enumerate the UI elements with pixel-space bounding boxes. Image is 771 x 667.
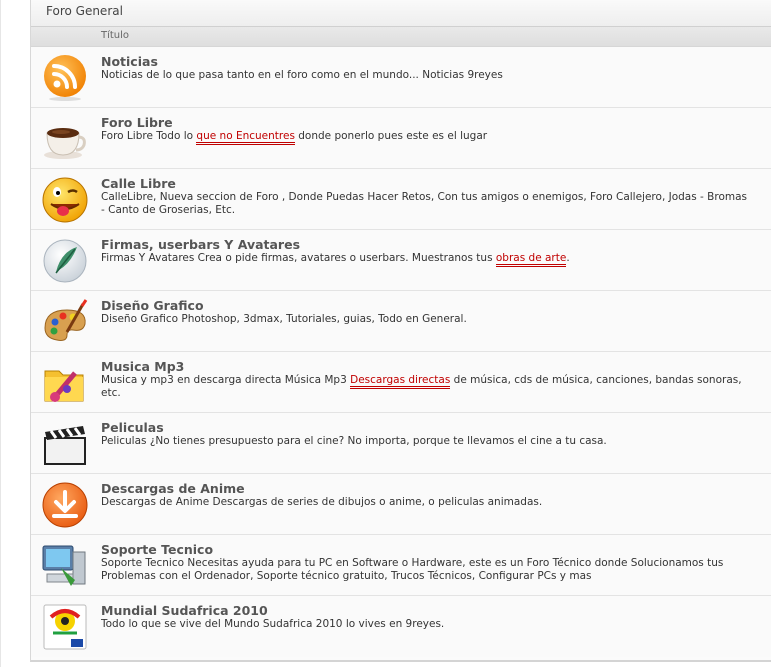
forum-title-link[interactable]: Peliculas	[101, 420, 751, 435]
forum-row-body: Firmas, userbars Y Avatares Firmas Y Avat…	[101, 237, 751, 267]
rss-icon	[41, 54, 89, 102]
forum-description: Musica y mp3 en descarga directa Música …	[101, 374, 751, 400]
page-left-divider	[0, 0, 1, 667]
smiley-tongue-icon	[41, 176, 89, 224]
forum-list: Noticias Noticias de lo que pasa tanto en…	[31, 47, 771, 657]
forum-row: Soporte Tecnico Soporte Tecnico Necesitas…	[31, 535, 771, 596]
forum-description: CalleLibre, Nueva seccion de Foro , Dond…	[101, 191, 751, 217]
forum-category-panel: Foro General Título Noticias Noticias de …	[30, 0, 771, 662]
forum-title-link[interactable]: Foro Libre	[101, 115, 751, 130]
forum-row: Firmas, userbars Y Avatares Firmas Y Avat…	[31, 230, 771, 291]
forum-title-link[interactable]: Soporte Tecnico	[101, 542, 751, 557]
forum-description: Todo lo que se vive del Mundo Sudafrica …	[101, 618, 751, 631]
forum-row: Mundial Sudafrica 2010 Todo lo que se viv…	[31, 596, 771, 657]
forum-description-text-end: .	[566, 252, 570, 264]
forum-description-text: Noticias de lo que pasa tanto en el foro…	[101, 69, 503, 81]
forum-row-body: Calle Libre CalleLibre, Nueva seccion de …	[101, 176, 751, 217]
download-arrow-icon	[41, 481, 89, 529]
world-cup-logo-icon	[41, 603, 89, 651]
column-title-label: Título	[101, 30, 130, 41]
forum-row-body: Diseño Grafico Diseño Grafico Photoshop, …	[101, 298, 751, 326]
clapperboard-icon	[41, 420, 89, 468]
forum-title-link[interactable]: Mundial Sudafrica 2010	[101, 603, 751, 618]
forum-row: Calle Libre CalleLibre, Nueva seccion de …	[31, 169, 771, 230]
paint-palette-icon	[41, 298, 89, 346]
forum-description: Foro Libre Todo lo que no Encuentres don…	[101, 130, 751, 145]
computer-support-icon	[41, 542, 89, 590]
forum-description: Noticias de lo que pasa tanto en el foro…	[101, 69, 751, 82]
forum-row: Foro Libre Foro Libre Todo lo que no Encu…	[31, 108, 771, 169]
forum-row-body: Foro Libre Foro Libre Todo lo que no Encu…	[101, 115, 751, 145]
forum-description-text: Foro Libre Todo lo	[101, 130, 197, 142]
forum-row-body: Mundial Sudafrica 2010 Todo lo que se viv…	[101, 603, 751, 631]
column-header: Título	[31, 27, 771, 47]
category-title[interactable]: Foro General	[46, 4, 123, 18]
forum-title-link[interactable]: Diseño Grafico	[101, 298, 751, 313]
forum-row-body: Descargas de Anime Descargas de Anime Des…	[101, 481, 751, 509]
forum-description-text: Diseño Grafico Photoshop, 3dmax, Tutoria…	[101, 313, 467, 325]
forum-title-link[interactable]: Calle Libre	[101, 176, 751, 191]
inline-ad-link[interactable]: que no Encuentres	[196, 130, 295, 145]
forum-row-body: Soporte Tecnico Soporte Tecnico Necesitas…	[101, 542, 751, 583]
forum-row: Noticias Noticias de lo que pasa tanto en…	[31, 47, 771, 108]
forum-description-text: CalleLibre, Nueva seccion de Foro , Dond…	[101, 191, 748, 216]
forum-description-text: Firmas Y Avatares Crea o pide firmas, av…	[101, 252, 496, 264]
quill-pen-icon	[41, 237, 89, 285]
forum-title-link[interactable]: Noticias	[101, 54, 751, 69]
forum-row: Musica Mp3 Musica y mp3 en descarga direc…	[31, 352, 771, 413]
forum-title-link[interactable]: Musica Mp3	[101, 359, 751, 374]
forum-description: Firmas Y Avatares Crea o pide firmas, av…	[101, 252, 751, 267]
forum-description: Soporte Tecnico Necesitas ayuda para tu …	[101, 557, 751, 583]
forum-description-text: Peliculas ¿No tienes presupuesto para el…	[101, 435, 607, 447]
forum-description: Descargas de Anime Descargas de series d…	[101, 496, 751, 509]
forum-row: Diseño Grafico Diseño Grafico Photoshop, …	[31, 291, 771, 352]
forum-row: Descargas de Anime Descargas de Anime Des…	[31, 474, 771, 535]
music-folder-icon	[41, 359, 89, 407]
forum-description-text: Descargas de Anime Descargas de series d…	[101, 496, 543, 508]
coffee-cup-icon	[41, 115, 89, 163]
forum-row-body: Musica Mp3 Musica y mp3 en descarga direc…	[101, 359, 751, 400]
forum-description-text-end: donde ponerlo pues este es el lugar	[294, 130, 488, 142]
forum-description-text: Soporte Tecnico Necesitas ayuda para tu …	[101, 557, 724, 582]
forum-description-text: Todo lo que se vive del Mundo Sudafrica …	[101, 618, 445, 630]
inline-ad-link[interactable]: obras de arte	[495, 252, 567, 267]
inline-ad-link[interactable]: Descargas directas	[350, 374, 451, 389]
forum-description: Diseño Grafico Photoshop, 3dmax, Tutoria…	[101, 313, 751, 326]
forum-description: Peliculas ¿No tienes presupuesto para el…	[101, 435, 751, 448]
forum-row-body: Noticias Noticias de lo que pasa tanto en…	[101, 54, 751, 82]
forum-title-link[interactable]: Descargas de Anime	[101, 481, 751, 496]
category-header: Foro General	[31, 0, 771, 27]
forum-title-link[interactable]: Firmas, userbars Y Avatares	[101, 237, 751, 252]
forum-description-text: Musica y mp3 en descarga directa Música …	[101, 374, 351, 386]
forum-row: Peliculas Peliculas ¿No tienes presupuest…	[31, 413, 771, 474]
forum-row-body: Peliculas Peliculas ¿No tienes presupuest…	[101, 420, 751, 448]
